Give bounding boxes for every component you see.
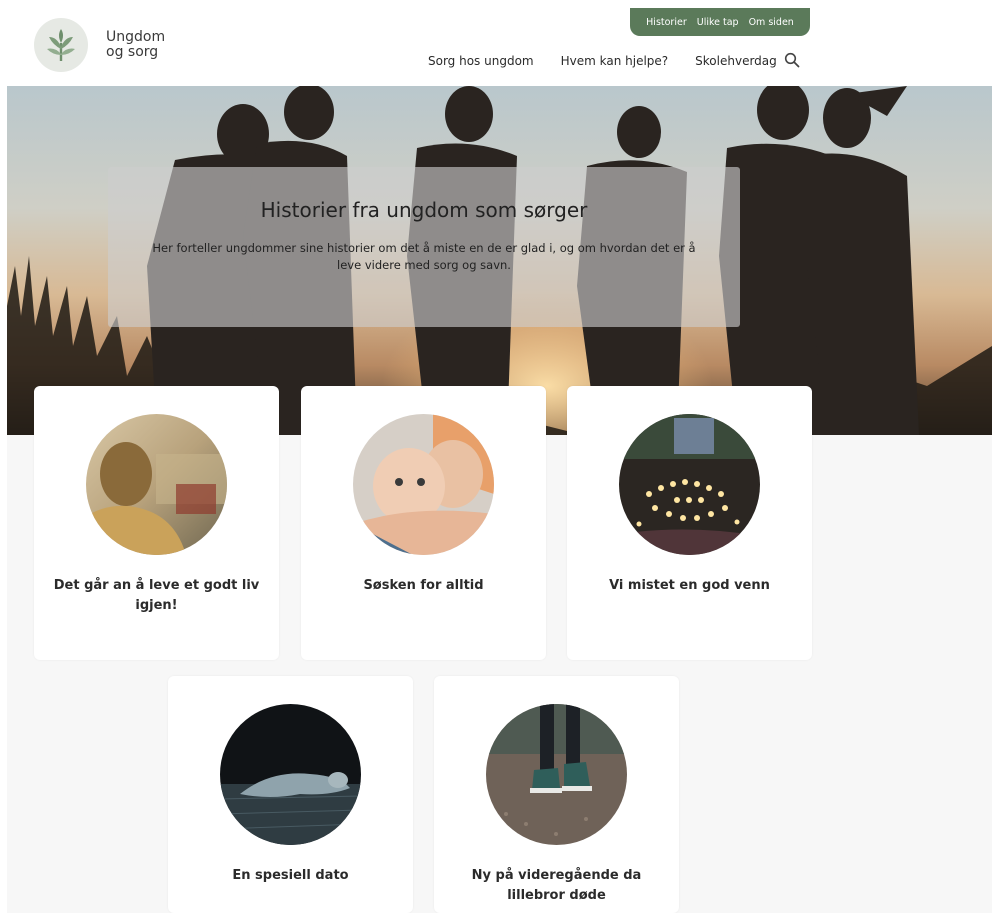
search-icon	[784, 52, 800, 68]
story-image-siblings	[353, 414, 494, 555]
utility-nav-historier[interactable]: Historier	[646, 17, 687, 28]
story-card-leve-godt-liv[interactable]: Det går an å leve et godt liv igjen!	[34, 386, 279, 660]
story-image-candles	[619, 414, 760, 555]
nav-hvem-kan-hjelpe[interactable]: Hvem kan hjelpe?	[561, 54, 669, 68]
story-card-spesiell-dato[interactable]: En spesiell dato	[168, 676, 413, 913]
utility-nav-ulike-tap[interactable]: Ulike tap	[697, 17, 739, 28]
story-card-sosken-for-alltid[interactable]: Søsken for alltid	[301, 386, 546, 660]
story-image-sneakers	[486, 704, 627, 845]
search-button[interactable]	[783, 51, 801, 69]
story-card-title: Vi mistet en god venn	[609, 578, 770, 593]
story-card-title: En spesiell dato	[232, 868, 349, 883]
site-logo[interactable]	[34, 18, 88, 72]
site-name-line1: Ungdom	[106, 29, 166, 45]
nav-skolehverdag[interactable]: Skolehverdag	[695, 54, 777, 68]
utility-nav-om-siden[interactable]: Om siden	[749, 17, 794, 28]
story-card-title: Det går an å leve et godt liv igjen!	[53, 578, 260, 613]
page-title: Historier fra ungdom som sørger	[260, 198, 588, 222]
story-card-title: Søsken for alltid	[363, 578, 484, 593]
story-image-dancer	[220, 704, 361, 845]
nav-sorg-hos-ungdom[interactable]: Sorg hos ungdom	[428, 54, 534, 68]
story-image-girl-sunset	[86, 414, 227, 555]
main-nav: Sorg hos ungdom Hvem kan hjelpe? Skolehv…	[428, 52, 804, 70]
story-card-ny-pa-videregaende[interactable]: Ny på videregående da lillebror døde	[434, 676, 679, 913]
story-card-title: Ny på videregående da lillebror døde	[471, 868, 642, 903]
site-name-line2: og sorg	[106, 44, 159, 60]
hero-text-box: Historier fra ungdom som sørger Her fort…	[108, 167, 740, 327]
story-card-mistet-god-venn[interactable]: Vi mistet en god venn	[567, 386, 812, 660]
tree-logo-icon	[47, 29, 75, 61]
hero-banner: Historier fra ungdom som sørger Her fort…	[7, 86, 992, 435]
site-name[interactable]: Ungdom og sorg	[106, 30, 165, 60]
hero-lead-text: Her forteller ungdommer sine historier o…	[152, 241, 696, 272]
site-header: Ungdom og sorg Historier Ulike tap Om si…	[0, 0, 992, 86]
utility-nav: Historier Ulike tap Om siden	[630, 8, 810, 36]
